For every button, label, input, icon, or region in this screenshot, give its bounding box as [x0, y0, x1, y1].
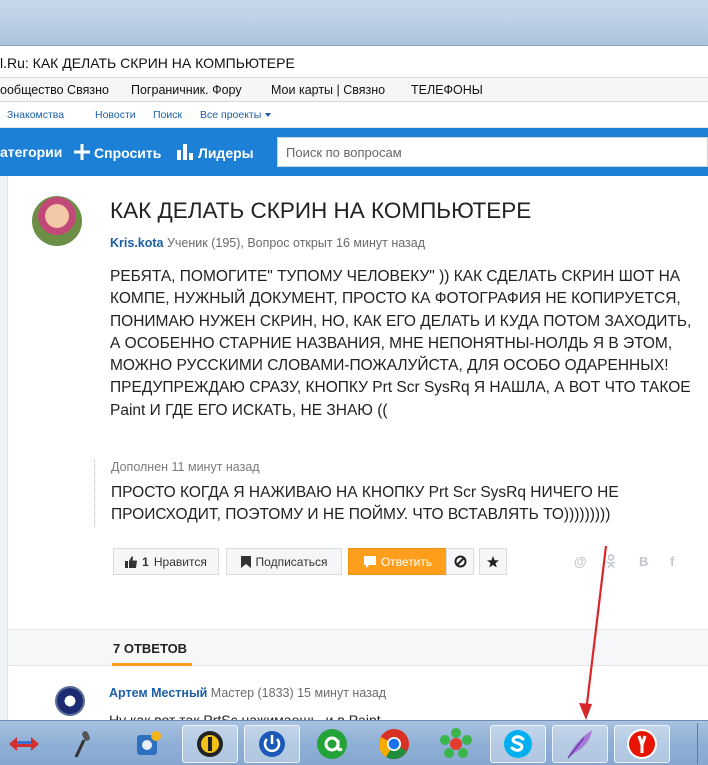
plus-icon	[74, 144, 90, 160]
bookmark-item[interactable]: ТЕЛЕФОНЫ	[411, 83, 483, 97]
answer-label: Ответить	[380, 554, 433, 569]
answers-tab-underline	[112, 663, 192, 666]
taskbar-icq[interactable]	[428, 725, 484, 763]
question-meta: Kris.kota Ученик (195), Вопрос открыт 16…	[110, 236, 425, 250]
answers-count: 7 ОТВЕТОВ	[113, 641, 188, 656]
taskbar-network[interactable]	[0, 725, 52, 763]
mail-ru-agent-icon	[317, 729, 347, 759]
taskbar-yandex[interactable]	[614, 725, 670, 763]
power-icon	[259, 731, 285, 757]
nav-categories[interactable]: атегории	[0, 144, 62, 160]
reply-icon	[363, 555, 376, 568]
answer-author-link[interactable]: Артем Местный	[109, 686, 207, 700]
taskbar-power[interactable]	[244, 725, 300, 763]
address-bar[interactable]: l.Ru: КАК ДЕЛАТЬ СКРИН НА КОМПЬЮТЕРЕ	[0, 45, 708, 78]
author-rank-time: Ученик (195), Вопрос открыт 16 минут наз…	[163, 236, 426, 250]
answer-rank-time: Мастер (1833) 15 минут назад	[207, 686, 387, 700]
answers-header: 7 ОТВЕТОВ	[8, 630, 708, 666]
block-icon	[454, 555, 466, 568]
question-body: РЕБЯТА, ПОМОГИТЕ" ТУПОМУ ЧЕЛОВЕКУ" )) КА…	[110, 268, 692, 419]
nav-all-projects[interactable]: Все проекты	[200, 109, 272, 121]
like-button[interactable]: 1 Нравится	[113, 548, 219, 575]
nav-link-search[interactable]: Поиск	[153, 109, 182, 121]
question-page: КАК ДЕЛАТЬ СКРИН НА КОМПЬЮТЕРЕ Kris.kota…	[7, 176, 708, 720]
share-facebook-icon[interactable]: f	[670, 554, 674, 569]
taskbar-skype[interactable]	[490, 725, 546, 763]
author-link[interactable]: Kris.kota	[110, 236, 164, 250]
window-titlebar	[0, 0, 708, 45]
bar-chart-icon	[177, 144, 193, 160]
thumbs-up-icon	[125, 555, 138, 568]
leaders-button[interactable]: Лидеры	[177, 144, 254, 161]
question-search	[277, 137, 708, 167]
answer-meta: Артем Местный Мастер (1833) 15 минут наз…	[109, 686, 386, 700]
share-vk-icon[interactable]: В	[639, 554, 648, 569]
caret-down-icon	[265, 113, 272, 118]
odnoklassniki-icon	[606, 554, 616, 569]
bookmark-item[interactable]: Пограничник. Фору	[131, 83, 242, 97]
leaders-label: Лидеры	[198, 145, 254, 161]
ask-button[interactable]: Спросить	[74, 144, 161, 161]
answer-author-avatar[interactable]	[55, 686, 85, 716]
taskbar-settings[interactable]	[120, 725, 176, 763]
taskbar-chrome[interactable]	[366, 725, 422, 763]
report-button[interactable]	[446, 548, 474, 575]
taskbar-radio[interactable]	[182, 725, 238, 763]
skype-icon	[504, 730, 532, 758]
settings-tools-icon	[137, 731, 161, 755]
question-addition: Дополнен 11 минут назад ПРОСТО КОГДА Я Н…	[94, 460, 674, 527]
radio-icon	[197, 731, 223, 757]
portal-nav: Знакомства Новости Поиск Все проекты	[0, 102, 708, 128]
answer-text: Ну как вот так PrtSc нажимаешь, и в Pain…	[109, 712, 381, 720]
taskbar-quill[interactable]	[552, 725, 608, 763]
like-count: 1	[142, 554, 149, 569]
all-projects-label: Все проекты	[200, 109, 262, 121]
addition-text: ПРОСТО КОГДА Я НАЖИВАЮ НА КНОПКУ Prt Scr…	[111, 484, 619, 524]
quill-icon	[567, 730, 592, 759]
like-label: Нравится	[153, 554, 207, 569]
icq-icon	[440, 728, 472, 758]
author-avatar[interactable]	[32, 196, 82, 246]
nav-link-dating[interactable]: Знакомства	[7, 109, 64, 121]
subscribe-label: Подписаться	[255, 554, 328, 569]
addition-label: Дополнен 11 минут назад	[111, 460, 260, 474]
site-header: атегории Спросить Лидеры	[0, 128, 708, 176]
share-ok-icon[interactable]	[606, 554, 616, 571]
share-mail-icon[interactable]: @	[574, 554, 587, 569]
search-input[interactable]	[278, 138, 707, 166]
star-icon	[487, 555, 499, 567]
answer-button[interactable]: Ответить	[348, 548, 448, 575]
bookmark-item[interactable]: ообщество Связно	[0, 83, 109, 97]
nav-link-news[interactable]: Новости	[95, 109, 136, 121]
favorite-button[interactable]	[479, 548, 507, 575]
taskbar-mail-agent[interactable]	[304, 725, 360, 763]
address-text: l.Ru: КАК ДЕЛАТЬ СКРИН НА КОМПЬЮТЕРЕ	[0, 55, 295, 71]
microphone-icon	[74, 731, 90, 758]
ask-label: Спросить	[94, 145, 162, 161]
question-title: КАК ДЕЛАТЬ СКРИН НА КОМПЬЮТЕРЕ	[110, 198, 532, 223]
bookmark-item[interactable]: Мои карты | Связно	[271, 83, 385, 97]
network-arrows-icon	[9, 737, 39, 751]
yandex-browser-icon	[627, 729, 657, 759]
show-desktop-divider[interactable]	[697, 723, 698, 764]
taskbar	[0, 720, 708, 765]
subscribe-button[interactable]: Подписаться	[226, 548, 342, 575]
chrome-icon	[379, 729, 409, 760]
bookmarks-bar: ообщество Связно Пограничник. Фору Мои к…	[0, 78, 708, 102]
taskbar-microphone[interactable]	[56, 725, 112, 763]
bookmark-icon	[240, 555, 251, 568]
